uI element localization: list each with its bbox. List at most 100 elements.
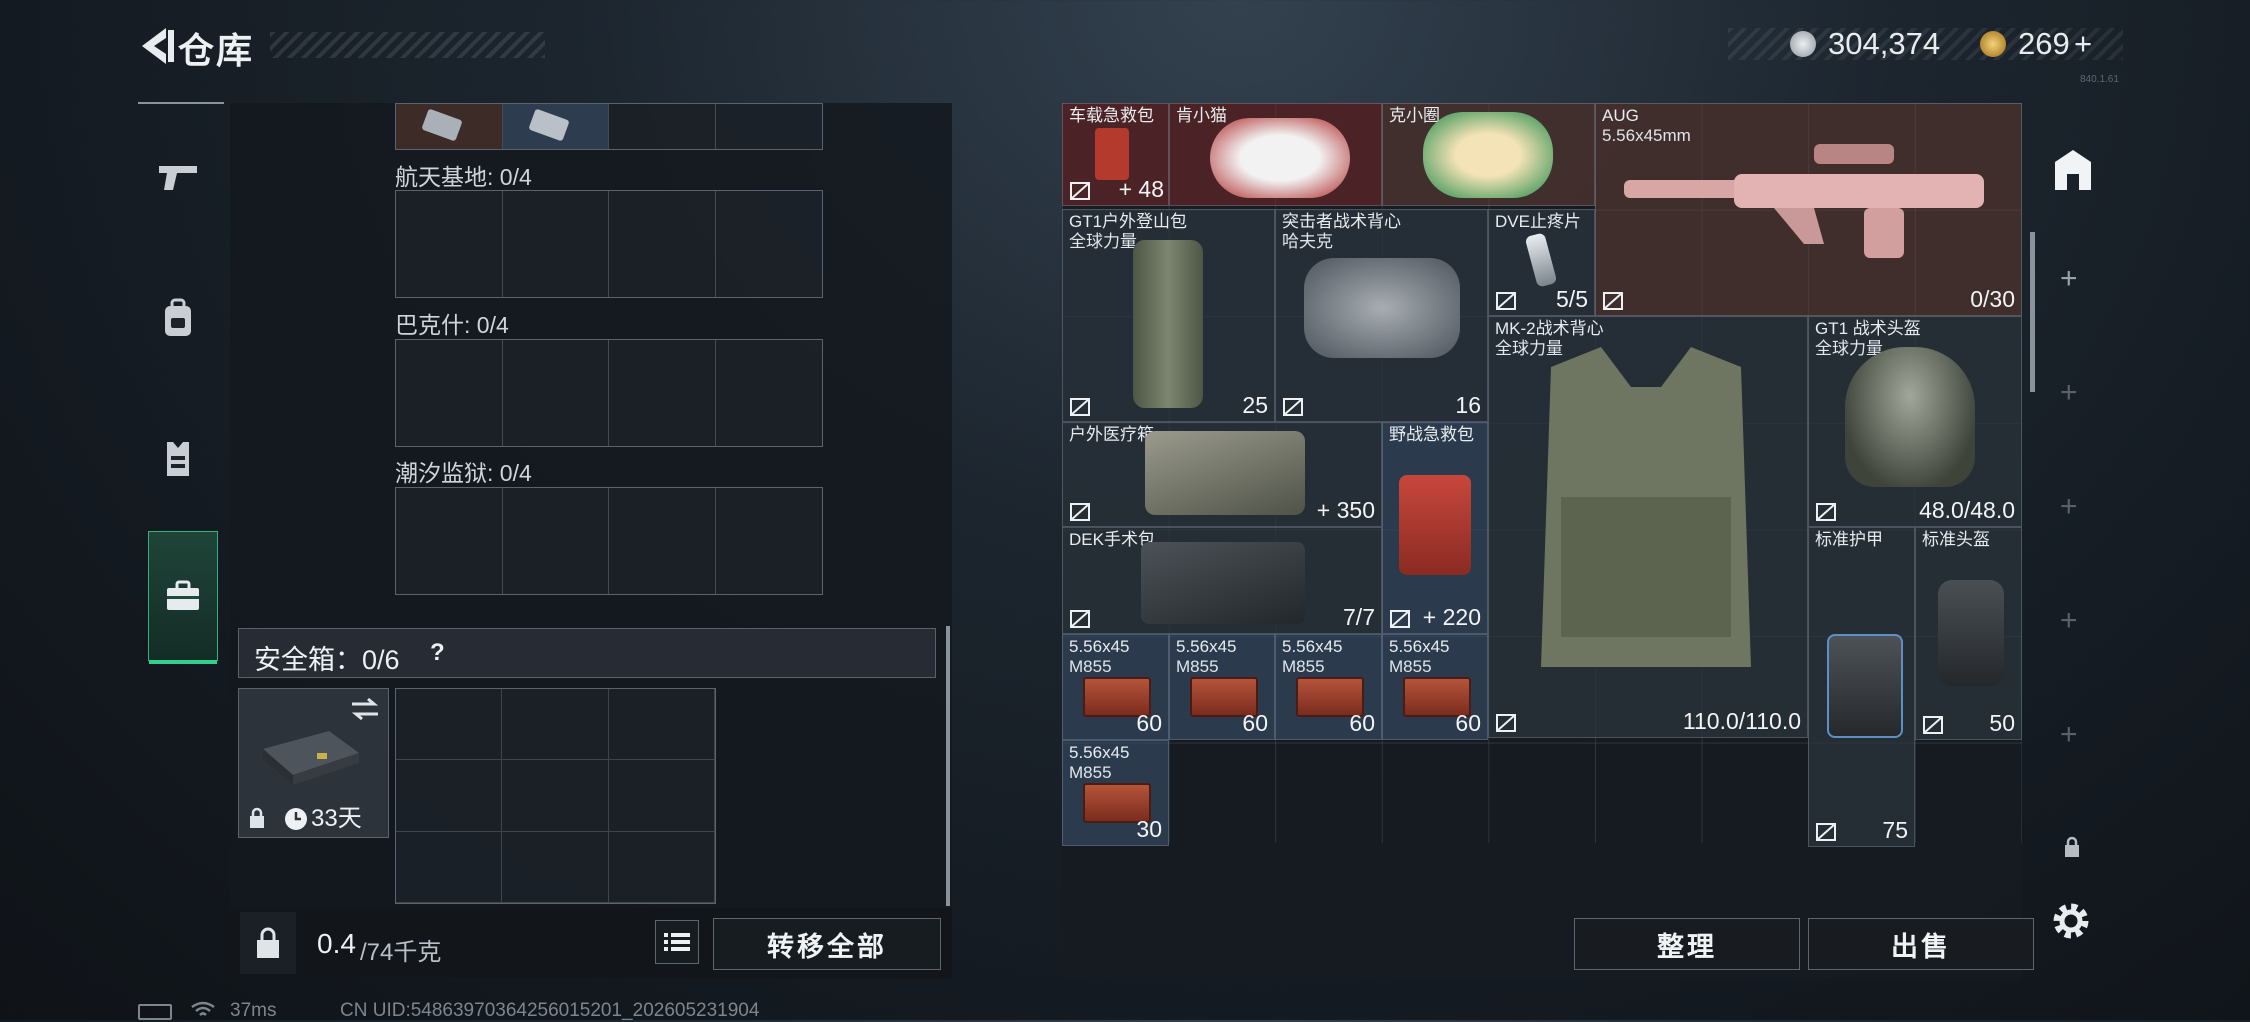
- lock-icon: [250, 807, 264, 828]
- gear-icon: [2053, 903, 2089, 939]
- helmet-thumb: [1845, 347, 1975, 487]
- collection-grid: [395, 190, 823, 298]
- wifi-icon: [191, 1001, 215, 1016]
- inventory-item[interactable]: 标准护甲 75: [1808, 527, 1915, 847]
- collection-slot[interactable]: [609, 191, 716, 297]
- inventory-item[interactable]: 野战急救包 + 220: [1382, 422, 1488, 634]
- inventory-item[interactable]: 标准头盔 50: [1915, 527, 2022, 740]
- tab-vests[interactable]: [138, 398, 218, 518]
- inventory-item[interactable]: 突击者战术背心 哈夫克 16: [1275, 209, 1488, 422]
- collection-slot[interactable]: [503, 488, 609, 594]
- inventory-item[interactable]: 5.56x45 M855 30: [1062, 740, 1169, 846]
- collection-slot[interactable]: [716, 191, 823, 297]
- home-button[interactable]: [2043, 140, 2103, 200]
- safebox-grid-slot[interactable]: [608, 760, 715, 832]
- safebox-help-button[interactable]: ?: [430, 639, 445, 667]
- inventory-item[interactable]: 克小圈: [1382, 103, 1595, 206]
- tab-safebox[interactable]: [148, 531, 218, 664]
- add-slot-button[interactable]: +: [2060, 490, 2078, 524]
- inventory-item[interactable]: DEK手术包 7/7: [1062, 527, 1382, 634]
- tab-backpacks[interactable]: [138, 258, 218, 378]
- collection-slot[interactable]: [609, 488, 716, 594]
- inventory-item[interactable]: 车载急救包 + 48: [1062, 103, 1169, 206]
- inventory-item[interactable]: MK-2战术背心 全球力量 110.0/110.0: [1488, 316, 1808, 738]
- collection-slot[interactable]: [396, 104, 503, 149]
- inventory-item[interactable]: AUG 5.56x45mm 0/30: [1595, 103, 2022, 316]
- vest-thumb: [1304, 258, 1460, 358]
- swap-icon: [351, 697, 379, 721]
- clock-icon: [285, 808, 307, 830]
- inventory-item[interactable]: GT1 战术头盔 全球力量 48.0/48.0: [1808, 316, 2022, 527]
- collection-slot[interactable]: [503, 340, 609, 446]
- collection-slot[interactable]: [396, 340, 503, 446]
- collection-slot[interactable]: [503, 191, 609, 297]
- collection-slot[interactable]: [609, 340, 716, 446]
- page-title: 仓库: [178, 30, 255, 71]
- add-slot-button[interactable]: +: [2060, 262, 2078, 296]
- mid-scrollbar[interactable]: [946, 626, 950, 906]
- tab-weapons[interactable]: [138, 118, 218, 238]
- back-button[interactable]: [136, 24, 180, 68]
- inventory-item[interactable]: 5.56x45 M855 60: [1169, 634, 1275, 740]
- inventory-item[interactable]: 户外医疗箱 + 350: [1062, 422, 1382, 527]
- back-arrow-icon: [142, 28, 174, 64]
- title-stripe: [270, 32, 545, 58]
- inventory-item[interactable]: 5.56x45 M855 60: [1275, 634, 1382, 740]
- safebox-label: 安全箱：0/6: [254, 645, 400, 675]
- no-insure-icon: [1070, 503, 1090, 521]
- settings-button[interactable]: [2050, 900, 2092, 942]
- collection-slot[interactable]: [609, 104, 716, 149]
- inventory-item[interactable]: 5.56x45 M855 60: [1062, 634, 1169, 740]
- inventory-scrollbar[interactable]: [2030, 232, 2035, 392]
- vest-icon: [167, 442, 189, 476]
- inventory-item[interactable]: GT1户外登山包 全球力量 25: [1062, 209, 1275, 422]
- tab-divider: [138, 102, 224, 104]
- collection-slot[interactable]: [716, 340, 823, 446]
- safebox-grid-slot[interactable]: [502, 760, 609, 832]
- active-tab-indicator: [149, 660, 217, 664]
- gold-currency: 269: [2018, 26, 2070, 61]
- list-view-button[interactable]: [655, 920, 699, 964]
- backpack-thumb: [1133, 240, 1203, 408]
- safebox-grid-slot[interactable]: [608, 831, 715, 903]
- backpack-icon: [165, 298, 191, 336]
- inventory-item[interactable]: 5.56x45 M855 60: [1382, 634, 1488, 740]
- safebox-grid-slot[interactable]: [502, 831, 609, 903]
- safebox-grid-slot[interactable]: [396, 760, 503, 832]
- safebox-grid-slot[interactable]: [396, 689, 503, 761]
- inventory-item[interactable]: DVE止疼片 5/5: [1488, 209, 1595, 316]
- sell-button[interactable]: 出售: [1808, 918, 2034, 970]
- safebox-slot[interactable]: 33天: [238, 688, 389, 838]
- medcase-thumb: [1145, 431, 1305, 515]
- collection-slot[interactable]: [396, 191, 503, 297]
- safebox-grid: [395, 688, 716, 904]
- collection-grid: [395, 339, 823, 447]
- safebox-grid-slot[interactable]: [608, 689, 715, 761]
- armor-thumb: [1541, 347, 1751, 667]
- rifle-thumb: [1624, 144, 1984, 258]
- transfer-all-button[interactable]: 转移全部: [713, 918, 941, 970]
- no-insure-icon: [1390, 610, 1410, 628]
- inventory-item[interactable]: 肯小猫: [1169, 103, 1382, 206]
- collection-slot[interactable]: [396, 488, 503, 594]
- silver-currency: 304,374: [1828, 26, 1941, 61]
- no-insure-icon: [1496, 292, 1516, 310]
- no-insure-icon: [1070, 398, 1090, 416]
- add-slot-button[interactable]: +: [2060, 718, 2078, 752]
- add-slot-button[interactable]: +: [2060, 604, 2078, 638]
- add-slot-button[interactable]: +: [2060, 376, 2078, 410]
- no-insure-icon: [1070, 182, 1090, 200]
- safebox-grid-slot[interactable]: [396, 831, 503, 903]
- collection-label: 巴克什: 0/4: [395, 312, 509, 338]
- pill-thumb: [1524, 232, 1558, 288]
- collection-slot[interactable]: [716, 104, 823, 149]
- collection-slot[interactable]: [716, 488, 823, 594]
- gold-coin-icon: [1980, 31, 2006, 57]
- collection-slot[interactable]: [502, 104, 609, 149]
- no-insure-icon: [1816, 823, 1836, 841]
- sort-button[interactable]: 整理: [1574, 918, 1800, 970]
- safebox-grid-slot[interactable]: [502, 689, 609, 761]
- gold-add-button[interactable]: +: [2074, 26, 2092, 62]
- no-insure-icon: [1070, 610, 1090, 628]
- weight-lock-button[interactable]: [240, 912, 296, 974]
